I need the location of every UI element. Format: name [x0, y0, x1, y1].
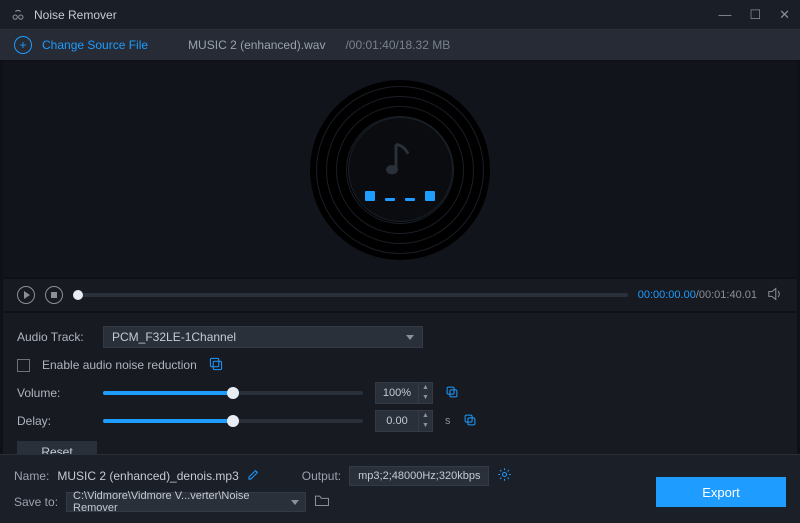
app-title: Noise Remover [34, 8, 718, 22]
app-icon [10, 7, 26, 23]
output-format-box[interactable]: mp3;2;48000Hz;320kbps [349, 466, 489, 486]
close-icon[interactable]: ✕ [779, 7, 790, 23]
output-label: Output: [302, 469, 341, 483]
window-controls: — ☐ ✕ [718, 7, 790, 23]
saveto-value: C:\Vidmore\Vidmore V...verter\Noise Remo… [73, 490, 291, 514]
output-value: mp3;2;48000Hz;320kbps [358, 470, 480, 482]
preview-area [3, 62, 797, 277]
name-label: Name: [14, 469, 49, 483]
export-button[interactable]: Export [656, 477, 786, 507]
controls-panel: Audio Track: PCM_F32LE-1Channel Enable a… [3, 313, 797, 475]
volume-down-icon[interactable]: ▼ [419, 393, 432, 403]
volume-value: 100% [376, 387, 418, 399]
output-settings-icon[interactable] [497, 467, 512, 485]
change-source-link[interactable]: Change Source File [42, 38, 148, 52]
edit-name-icon[interactable] [247, 468, 260, 484]
current-time: 00:00:00.00 [638, 289, 696, 301]
chevron-down-icon [291, 500, 299, 505]
volume-sync-icon[interactable] [445, 385, 459, 402]
add-source-icon[interactable]: + [14, 36, 32, 54]
saveto-label: Save to: [14, 495, 58, 509]
time-display: 00:00:00.00/00:01:40.01 [638, 289, 757, 301]
delay-value-box[interactable]: 0.00 ▲▼ [375, 410, 433, 432]
maximize-icon[interactable]: ☐ [749, 7, 761, 23]
browse-folder-icon[interactable] [314, 494, 330, 510]
delay-slider[interactable] [103, 419, 363, 423]
volume-up-icon[interactable]: ▲ [419, 383, 432, 393]
source-file-name: MUSIC 2 (enhanced).wav [188, 38, 325, 52]
play-bar: 00:00:00.00/00:01:40.01 [3, 279, 797, 311]
delay-unit: s [445, 415, 451, 427]
source-file-meta: /00:01:40/18.32 MB [345, 38, 450, 52]
total-time: /00:01:40.01 [696, 289, 757, 301]
audio-track-label: Audio Track: [17, 330, 91, 344]
delay-sync-icon[interactable] [463, 413, 477, 430]
name-value: MUSIC 2 (enhanced)_denois.mp3 [57, 469, 238, 483]
speaker-icon[interactable] [767, 287, 783, 304]
saveto-path-box[interactable]: C:\Vidmore\Vidmore V...verter\Noise Remo… [66, 492, 306, 512]
title-bar: Noise Remover — ☐ ✕ [0, 0, 800, 30]
noise-reduction-checkbox[interactable] [17, 359, 30, 372]
source-bar: + Change Source File MUSIC 2 (enhanced).… [0, 30, 800, 60]
audio-track-value: PCM_F32LE-1Channel [112, 330, 236, 344]
delay-value: 0.00 [376, 415, 418, 427]
noise-reduction-label[interactable]: Enable audio noise reduction [42, 358, 197, 372]
info-icon[interactable] [209, 357, 223, 374]
volume-value-box[interactable]: 100% ▲▼ [375, 382, 433, 404]
timeline-slider[interactable] [73, 293, 628, 297]
chevron-down-icon [406, 335, 414, 340]
footer: Name: MUSIC 2 (enhanced)_denois.mp3 Outp… [0, 454, 800, 523]
delay-up-icon[interactable]: ▲ [419, 411, 432, 421]
play-button[interactable] [17, 286, 35, 304]
delay-down-icon[interactable]: ▼ [419, 421, 432, 431]
audio-disc-icon [310, 80, 490, 260]
volume-slider[interactable] [103, 391, 363, 395]
delay-label: Delay: [17, 414, 91, 428]
audio-track-select[interactable]: PCM_F32LE-1Channel [103, 326, 423, 348]
volume-label: Volume: [17, 386, 91, 400]
minimize-icon[interactable]: — [718, 7, 731, 23]
stop-button[interactable] [45, 286, 63, 304]
